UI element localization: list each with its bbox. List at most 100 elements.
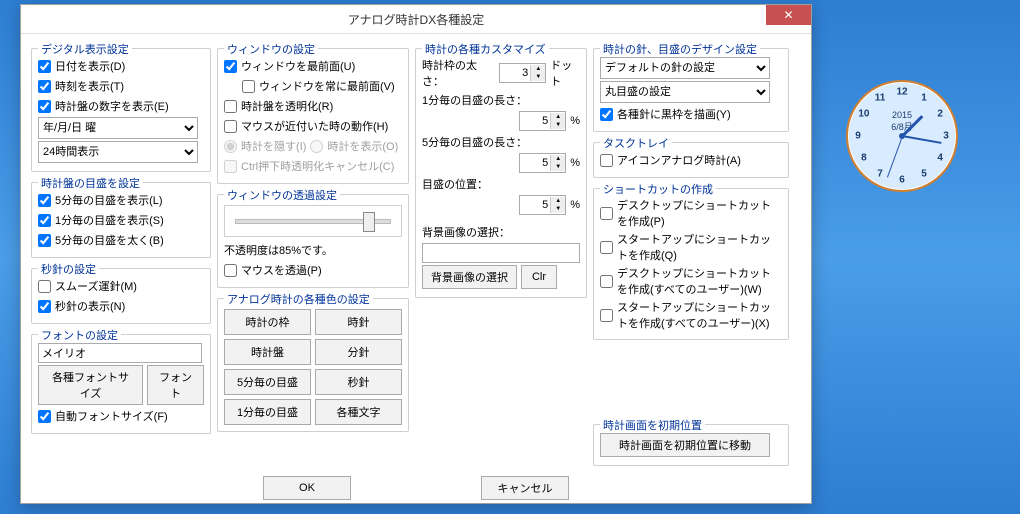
group-shortcuts-title: ショートカットの作成 (600, 181, 716, 197)
font-name-input[interactable] (38, 343, 202, 363)
ok-button[interactable]: OK (263, 476, 351, 500)
btn-font-sizes[interactable]: 各種フォントサイズ (38, 365, 143, 405)
chk-always-topmost[interactable]: ウィンドウを常に最前面(V) (242, 78, 395, 94)
chk-topmost[interactable]: ウィンドウを最前面(U) (224, 58, 355, 74)
chk-transparent-face[interactable]: 時計盤を透明化(R) (224, 98, 333, 114)
group-font: フォントの設定 各種フォントサイズ フォント 自動フォントサイズ(F) (31, 334, 211, 434)
clock-numeral: 6 (899, 175, 905, 186)
group-window-title: ウィンドウの設定 (224, 41, 318, 57)
chk-black-outline[interactable]: 各種針に黒枠を描画(Y) (600, 106, 731, 122)
btn-reset-pos[interactable]: 時計画面を初期位置に移動 (600, 433, 770, 457)
clock-widget[interactable]: 2015 6/8月 121234567891011 (846, 80, 958, 192)
opacity-status: 不透明度は85%です。 (224, 242, 333, 258)
close-button[interactable]: ✕ (766, 5, 811, 25)
dialog-footer: OK キャンセル (21, 466, 811, 504)
group-opacity-title: ウィンドウの透過設定 (224, 187, 340, 203)
group-custom: 時計の各種カスタマイズ 時計枠の太さ： ▲▼ ドット 1分毎の目盛の長さ： ▲▼… (415, 48, 587, 298)
clock-numeral: 8 (861, 153, 867, 164)
group-custom-title: 時計の各種カスタマイズ (422, 41, 549, 57)
chk-tick5-bold[interactable]: 5分毎の目盛を太く(B) (38, 232, 164, 248)
settings-dialog: アナログ時計DX各種設定 ✕ デジタル表示設定 日付を表示(D) 時刻を表示(T… (20, 4, 812, 504)
bg-path-input[interactable] (422, 243, 580, 263)
chk-tray-icon[interactable]: アイコンアナログ時計(A) (600, 152, 741, 168)
group-tray-title: タスクトレイ (600, 135, 672, 151)
titlebar: アナログ時計DX各種設定 ✕ (21, 5, 811, 34)
group-tray: タスクトレイ アイコンアナログ時計(A) (593, 142, 789, 178)
group-second-hand: 秒針の設定 スムーズ運針(M) 秒針の表示(N) (31, 268, 211, 324)
chk-tick1[interactable]: 1分毎の目盛を表示(S) (38, 212, 164, 228)
chk-sc-desktop[interactable]: デスクトップにショートカットを作成(P) (600, 197, 777, 229)
btn-color-face[interactable]: 時計盤 (224, 339, 311, 365)
btn-color-minute[interactable]: 分針 (315, 339, 402, 365)
chk-mouse-near[interactable]: マウスが近付いた時の動作(H) (224, 118, 388, 134)
spin-pos[interactable]: ▲▼ (519, 195, 566, 215)
btn-select-bg[interactable]: 背景画像の選択 (422, 265, 517, 289)
chk-sc-startup-all[interactable]: スタートアップにショートカットを作成(すべてのユーザー)(X) (600, 299, 777, 331)
btn-color-tick5[interactable]: 5分毎の目盛 (224, 369, 311, 395)
group-font-title: フォントの設定 (38, 327, 121, 343)
btn-font[interactable]: フォント (147, 365, 204, 405)
btn-color-second[interactable]: 秒針 (315, 369, 402, 395)
chk-show-date[interactable]: 日付を表示(D) (38, 58, 125, 74)
btn-color-hour[interactable]: 時針 (315, 309, 402, 335)
clock-numeral: 3 (943, 131, 949, 142)
chk-tick5[interactable]: 5分毎の目盛を表示(L) (38, 192, 163, 208)
select-hour-format[interactable]: 24時間表示 (38, 141, 198, 163)
group-second-hand-title: 秒針の設定 (38, 261, 99, 277)
clock-minute-hand (902, 135, 942, 144)
clock-numeral: 11 (875, 92, 886, 103)
slider-thumb[interactable] (363, 212, 375, 232)
label-len1: 1分毎の目盛の長さ： (422, 92, 527, 108)
clock-numeral: 5 (921, 169, 927, 180)
select-date-format[interactable]: 年/月/日 曜 (38, 117, 198, 139)
chk-mouse-trans[interactable]: マウスを透過(P) (224, 262, 322, 278)
btn-color-texts[interactable]: 各種文字 (315, 399, 402, 425)
chk-ctrl-cancel: Ctrl押下時透明化キャンセル(C) (224, 158, 394, 174)
label-pos: 目盛の位置： (422, 176, 488, 192)
btn-clear-bg[interactable]: Clr (521, 265, 557, 289)
clock-pin (899, 133, 905, 139)
label-frame-width: 時計枠の太さ： (422, 57, 491, 89)
label-bg: 背景画像の選択： (422, 224, 510, 240)
group-ticks: 時計盤の目盛を設定 5分毎の目盛を表示(L) 1分毎の目盛を表示(S) 5分毎の… (31, 182, 211, 258)
clock-numeral: 1 (921, 92, 927, 103)
clock-numeral: 9 (855, 131, 861, 142)
clock-date: 6/8月 (848, 120, 956, 133)
spin-len5[interactable]: ▲▼ (519, 153, 566, 173)
clock-numeral: 7 (877, 169, 883, 180)
group-colors: アナログ時計の各種色の設定 時計の枠 時針 時計盤 分針 5分毎の目盛 秒針 1… (217, 298, 409, 432)
spin-frame-width[interactable]: ▲▼ (499, 63, 546, 83)
group-reset-title: 時計画面を初期位置 (600, 417, 705, 433)
clock-numeral: 2 (937, 109, 943, 120)
chk-show-second[interactable]: 秒針の表示(N) (38, 298, 125, 314)
group-opacity: ウィンドウの透過設定 不透明度は85%です。 マウスを透過(P) (217, 194, 409, 288)
chk-auto-font[interactable]: 自動フォントサイズ(F) (38, 408, 168, 424)
chk-sc-desktop-all[interactable]: デスクトップにショートカットを作成(すべてのユーザー)(W) (600, 265, 777, 297)
group-digital: デジタル表示設定 日付を表示(D) 時刻を表示(T) 時計盤の数字を表示(E) … (31, 48, 211, 172)
chk-sc-startup[interactable]: スタートアップにショートカットを作成(Q) (600, 231, 777, 263)
cancel-button[interactable]: キャンセル (481, 476, 569, 500)
group-shortcuts: ショートカットの作成 デスクトップにショートカットを作成(P) スタートアップに… (593, 188, 789, 340)
spin-len1[interactable]: ▲▼ (519, 111, 566, 131)
opacity-slider[interactable] (224, 205, 402, 237)
clock-second-hand (886, 136, 902, 178)
group-reset: 時計画面を初期位置 時計画面を初期位置に移動 (593, 424, 789, 466)
radio-hide-clock: 時計を隠す(I) (224, 138, 306, 154)
radio-show-clock: 時計を表示(O) (310, 138, 398, 154)
chevron-down-icon: ▼ (531, 73, 545, 81)
group-digital-title: デジタル表示設定 (38, 41, 132, 57)
clock-numeral: 10 (858, 109, 869, 120)
group-window: ウィンドウの設定 ウィンドウを最前面(U) ウィンドウを常に最前面(V) 時計盤… (217, 48, 409, 184)
group-design: 時計の針、目盛のデザイン設定 デフォルトの針の設定 丸目盛の設定 各種針に黒枠を… (593, 48, 789, 132)
chk-smooth[interactable]: スムーズ運針(M) (38, 278, 137, 294)
group-design-title: 時計の針、目盛のデザイン設定 (600, 41, 760, 57)
clock-numeral: 4 (937, 153, 943, 164)
btn-color-tick1[interactable]: 1分毎の目盛 (224, 399, 311, 425)
select-tick-preset[interactable]: 丸目盛の設定 (600, 81, 770, 103)
chk-show-time[interactable]: 時刻を表示(T) (38, 78, 124, 94)
btn-color-frame[interactable]: 時計の枠 (224, 309, 311, 335)
chevron-up-icon: ▲ (531, 65, 545, 73)
clock-numeral: 12 (896, 87, 907, 98)
chk-show-numbers[interactable]: 時計盤の数字を表示(E) (38, 98, 169, 114)
select-hand-preset[interactable]: デフォルトの針の設定 (600, 57, 770, 79)
